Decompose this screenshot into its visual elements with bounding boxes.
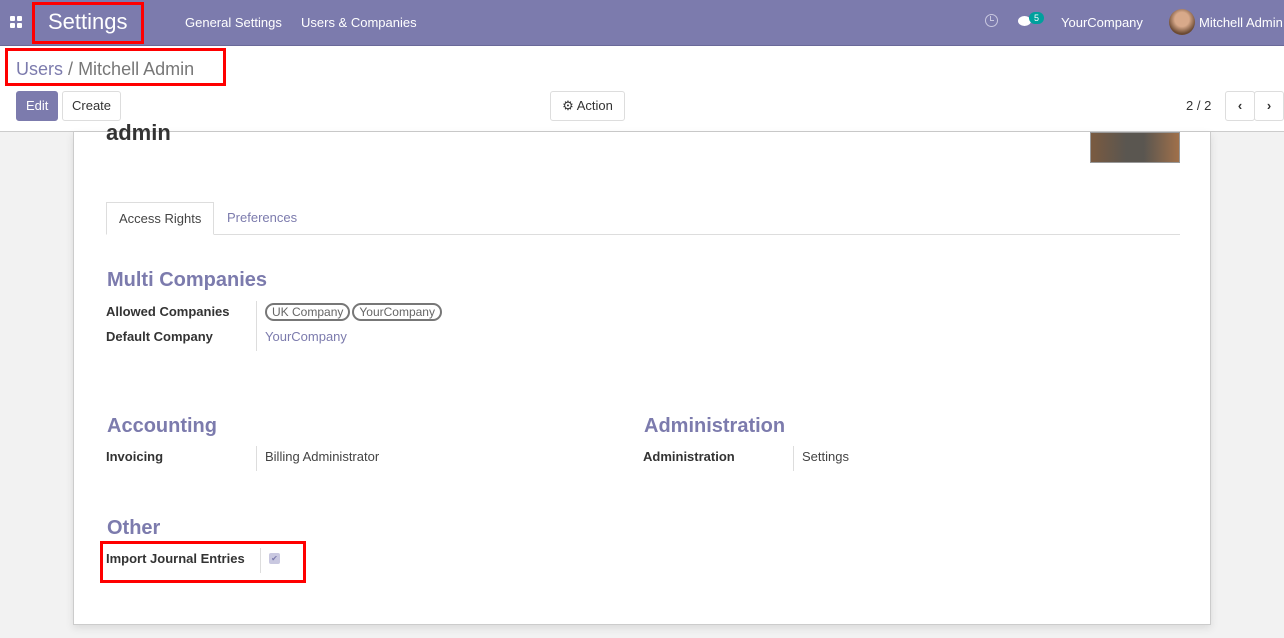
field-divider — [260, 548, 261, 573]
apps-grid-icon[interactable] — [10, 16, 22, 28]
menu-users-companies[interactable]: Users & Companies — [301, 15, 417, 30]
action-label: Action — [576, 98, 613, 113]
administration-value[interactable]: Settings — [802, 449, 849, 464]
edit-button[interactable]: Edit — [16, 91, 59, 121]
tab-preferences[interactable]: Preferences — [215, 202, 309, 235]
form-sheet: admin Access Rights Preferences Multi Co… — [73, 120, 1211, 625]
field-divider — [793, 446, 794, 471]
allowed-companies-label: Allowed Companies — [106, 304, 230, 319]
control-panel: Users / Mitchell Admin Edit Create ⚙ Act… — [0, 46, 1284, 132]
pager-previous-button[interactable]: ‹ — [1225, 91, 1255, 121]
form-tabs: Access Rights Preferences — [106, 202, 1180, 235]
pager-next-button[interactable]: › — [1254, 91, 1284, 121]
field-divider — [256, 301, 257, 351]
pager-value: 2 / 2 — [1186, 98, 1212, 113]
invoicing-value[interactable]: Billing Administrator — [265, 449, 379, 464]
app-title[interactable]: Settings — [48, 9, 128, 35]
gear-icon: ⚙ — [562, 98, 574, 113]
section-multi-companies: Multi Companies — [107, 269, 268, 291]
default-company-label: Default Company — [106, 329, 213, 344]
activity-clock-icon[interactable] — [985, 14, 998, 27]
user-photo[interactable] — [1090, 132, 1180, 163]
user-menu[interactable]: Mitchell Admin — [1199, 15, 1283, 30]
administration-label: Administration — [643, 449, 735, 464]
invoicing-label: Invoicing — [106, 449, 164, 464]
user-avatar[interactable] — [1169, 9, 1195, 35]
action-button[interactable]: ⚙ Action — [550, 91, 625, 121]
import-journal-entries-label: Import Journal Entries — [106, 551, 245, 566]
import-journal-entries-checkbox[interactable]: ✔ — [269, 553, 280, 564]
menu-general-settings[interactable]: General Settings — [185, 15, 282, 30]
company-switcher[interactable]: YourCompany — [1061, 15, 1143, 30]
breadcrumb-current: Mitchell Admin — [78, 59, 195, 79]
allowed-companies-tags: UK Company YourCompany — [265, 303, 444, 321]
company-tag[interactable]: YourCompany — [352, 303, 442, 321]
section-other: Other — [107, 517, 161, 539]
tab-access-rights[interactable]: Access Rights — [106, 202, 215, 235]
field-divider — [256, 446, 257, 471]
messages-count-badge: 5 — [1029, 12, 1045, 24]
breadcrumb-users-link[interactable]: Users — [16, 59, 63, 79]
default-company-link[interactable]: YourCompany — [265, 329, 347, 344]
section-accounting: Accounting — [107, 415, 217, 437]
create-button[interactable]: Create — [62, 91, 122, 121]
user-name-partial: admin — [106, 120, 171, 142]
breadcrumb: Users / Mitchell Admin — [16, 59, 194, 80]
top-navbar: Settings General Settings Users & Compan… — [0, 0, 1284, 46]
breadcrumb-separator: / — [68, 59, 74, 79]
company-tag[interactable]: UK Company — [265, 303, 351, 321]
section-administration: Administration — [644, 415, 786, 437]
